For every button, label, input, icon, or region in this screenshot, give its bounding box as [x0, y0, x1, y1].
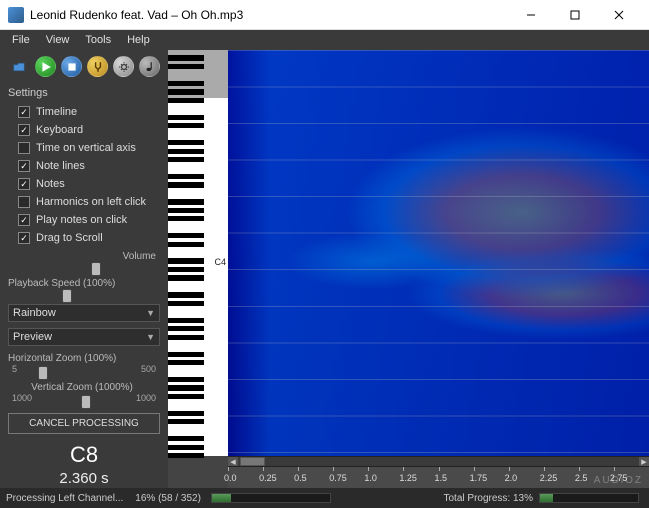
vzoom-label: Vertical Zoom (1000%): [8, 382, 156, 393]
check-timeline[interactable]: ✓Timeline: [18, 106, 160, 118]
ruler-tick: 2.5: [575, 473, 588, 483]
slider-thumb[interactable]: [62, 289, 72, 303]
menu-file[interactable]: File: [4, 32, 38, 48]
checkbox-icon: ✓: [18, 106, 30, 118]
ruler-tick: 2.25: [540, 473, 558, 483]
ruler-tick: 0.25: [259, 473, 277, 483]
chevron-down-icon: ▼: [146, 308, 155, 318]
current-time-readout: 2.360 s: [8, 470, 160, 487]
note-button[interactable]: [139, 56, 160, 77]
vzoom-max: 1000: [136, 393, 156, 403]
settings-button[interactable]: [113, 56, 134, 77]
check-note-lines[interactable]: ✓Note lines: [18, 160, 160, 172]
status-left-pct: 16% (58 / 352): [129, 493, 207, 504]
piano-keyboard[interactable]: // white keys are drawn with CSS, but ge…: [168, 50, 228, 456]
checkbox-icon: ✓: [18, 232, 30, 244]
ruler-tick: 0.0: [224, 473, 237, 483]
hzoom-min: 5: [12, 364, 17, 374]
menubar: File View Tools Help: [0, 30, 649, 50]
chevron-down-icon: ▼: [146, 332, 155, 342]
maximize-button[interactable]: [553, 0, 597, 30]
spectrogram-view[interactable]: [228, 50, 649, 456]
stop-button[interactable]: [61, 56, 82, 77]
sidebar: Settings ✓Timeline ✓Keyboard Time on ver…: [0, 50, 168, 488]
current-note-readout: C8: [8, 442, 160, 468]
statusbar: Processing Left Channel... 16% (58 / 352…: [0, 488, 649, 508]
tuning-fork-button[interactable]: [87, 56, 108, 77]
left-channel-progress: [211, 493, 331, 503]
slider-thumb[interactable]: [38, 366, 48, 380]
checkbox-icon: [18, 196, 30, 208]
check-harmonics[interactable]: Harmonics on left click: [18, 196, 160, 208]
slider-thumb[interactable]: [81, 395, 91, 409]
total-progress: [539, 493, 639, 503]
menu-tools[interactable]: Tools: [77, 32, 119, 48]
spectrogram-gridlines: [228, 50, 649, 456]
menu-view[interactable]: View: [38, 32, 78, 48]
horizontal-scrollbar[interactable]: ◀ ▶: [228, 456, 649, 466]
vzoom-min: 1000: [12, 393, 32, 403]
ruler-tick: 1.0: [364, 473, 377, 483]
scrollbar-thumb[interactable]: [240, 457, 265, 466]
checkbox-icon: ✓: [18, 178, 30, 190]
check-notes[interactable]: ✓Notes: [18, 178, 160, 190]
ruler-tick: 2.0: [505, 473, 518, 483]
check-keyboard[interactable]: ✓Keyboard: [18, 124, 160, 136]
status-total-text: Total Progress: 13%: [444, 493, 534, 504]
toolbar: [8, 56, 160, 77]
check-time-vertical[interactable]: Time on vertical axis: [18, 142, 160, 154]
play-button[interactable]: [35, 56, 56, 77]
slider-thumb[interactable]: [91, 262, 101, 276]
hzoom-label: Horizontal Zoom (100%): [8, 353, 156, 364]
scroll-left-arrow[interactable]: ◀: [228, 457, 238, 466]
main-area: // white keys are drawn with CSS, but ge…: [168, 50, 649, 488]
window-title: Leonid Rudenko feat. Vad – Oh Oh.mp3: [30, 8, 509, 22]
colormap-dropdown[interactable]: Rainbow▼: [8, 304, 160, 322]
watermark: AUDiOZ: [594, 475, 643, 486]
checkbox-icon: ✓: [18, 214, 30, 226]
minimize-button[interactable]: [509, 0, 553, 30]
checkbox-icon: ✓: [18, 124, 30, 136]
ruler-tick: 0.5: [294, 473, 307, 483]
ruler-tick: 0.75: [329, 473, 347, 483]
settings-label: Settings: [8, 87, 160, 99]
scroll-right-arrow[interactable]: ▶: [639, 457, 649, 466]
ruler-tick: 1.5: [435, 473, 448, 483]
hzoom-max: 500: [141, 364, 156, 374]
open-file-button[interactable]: [8, 56, 30, 77]
volume-label: Volume: [8, 251, 156, 262]
close-button[interactable]: [597, 0, 641, 30]
status-left-text: Processing Left Channel...: [0, 493, 129, 504]
playback-speed-label: Playback Speed (100%): [8, 278, 156, 289]
time-ruler[interactable]: 0.00.250.50.751.01.251.51.752.02.252.52.…: [228, 466, 649, 488]
ruler-tick: 1.25: [399, 473, 417, 483]
preview-dropdown[interactable]: Preview▼: [8, 328, 160, 346]
checkbox-icon: [18, 142, 30, 154]
check-play-on-click[interactable]: ✓Play notes on click: [18, 214, 160, 226]
cancel-processing-button[interactable]: CANCEL PROCESSING: [8, 413, 160, 434]
c4-label: C4: [214, 257, 226, 267]
menu-help[interactable]: Help: [119, 32, 158, 48]
app-icon: [8, 7, 24, 23]
checkbox-icon: ✓: [18, 160, 30, 172]
titlebar: Leonid Rudenko feat. Vad – Oh Oh.mp3: [0, 0, 649, 30]
ruler-tick: 1.75: [470, 473, 488, 483]
check-drag-scroll[interactable]: ✓Drag to Scroll: [18, 232, 160, 244]
